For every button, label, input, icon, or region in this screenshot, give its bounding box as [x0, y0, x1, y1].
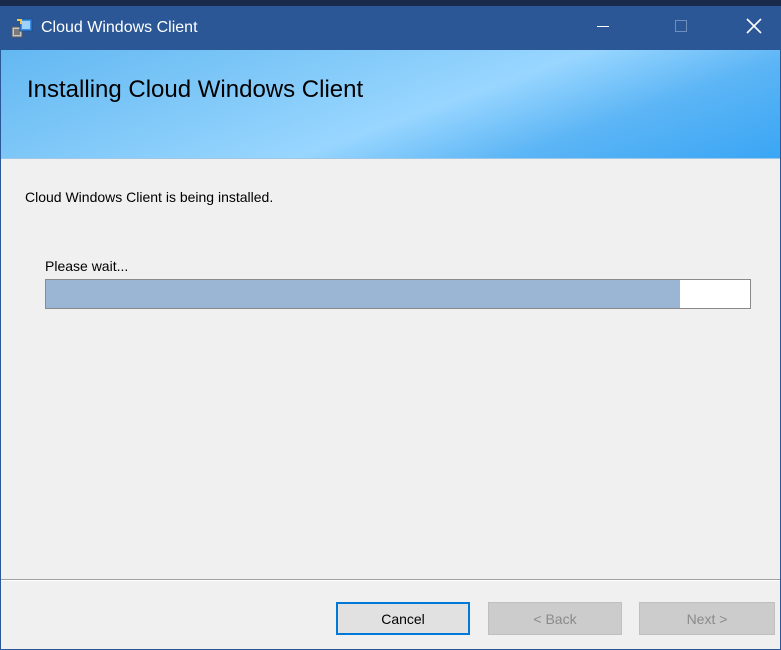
progress-bar — [45, 279, 751, 309]
installer-icon — [11, 18, 33, 38]
cancel-button[interactable]: Cancel — [336, 602, 470, 635]
maximize-icon — [674, 19, 688, 38]
status-text: Cloud Windows Client is being installed. — [25, 189, 274, 205]
title-bar[interactable]: Cloud Windows Client — [1, 6, 780, 50]
next-button: Next > — [639, 602, 775, 635]
footer-separator — [1, 579, 780, 581]
close-button[interactable] — [728, 6, 780, 50]
close-icon — [746, 17, 762, 39]
banner-title: Installing Cloud Windows Client — [27, 76, 364, 103]
progress-fill — [46, 280, 680, 308]
header-banner: Installing Cloud Windows Client — [1, 50, 780, 159]
window-title: Cloud Windows Client — [41, 19, 198, 36]
minimize-button[interactable] — [577, 6, 629, 50]
minimize-icon — [596, 19, 610, 38]
installer-window: Cloud Windows Client Installing Cloud Wi… — [0, 6, 781, 650]
please-wait-label: Please wait... — [45, 258, 129, 274]
maximize-button — [655, 6, 707, 50]
back-button: < Back — [488, 602, 622, 635]
